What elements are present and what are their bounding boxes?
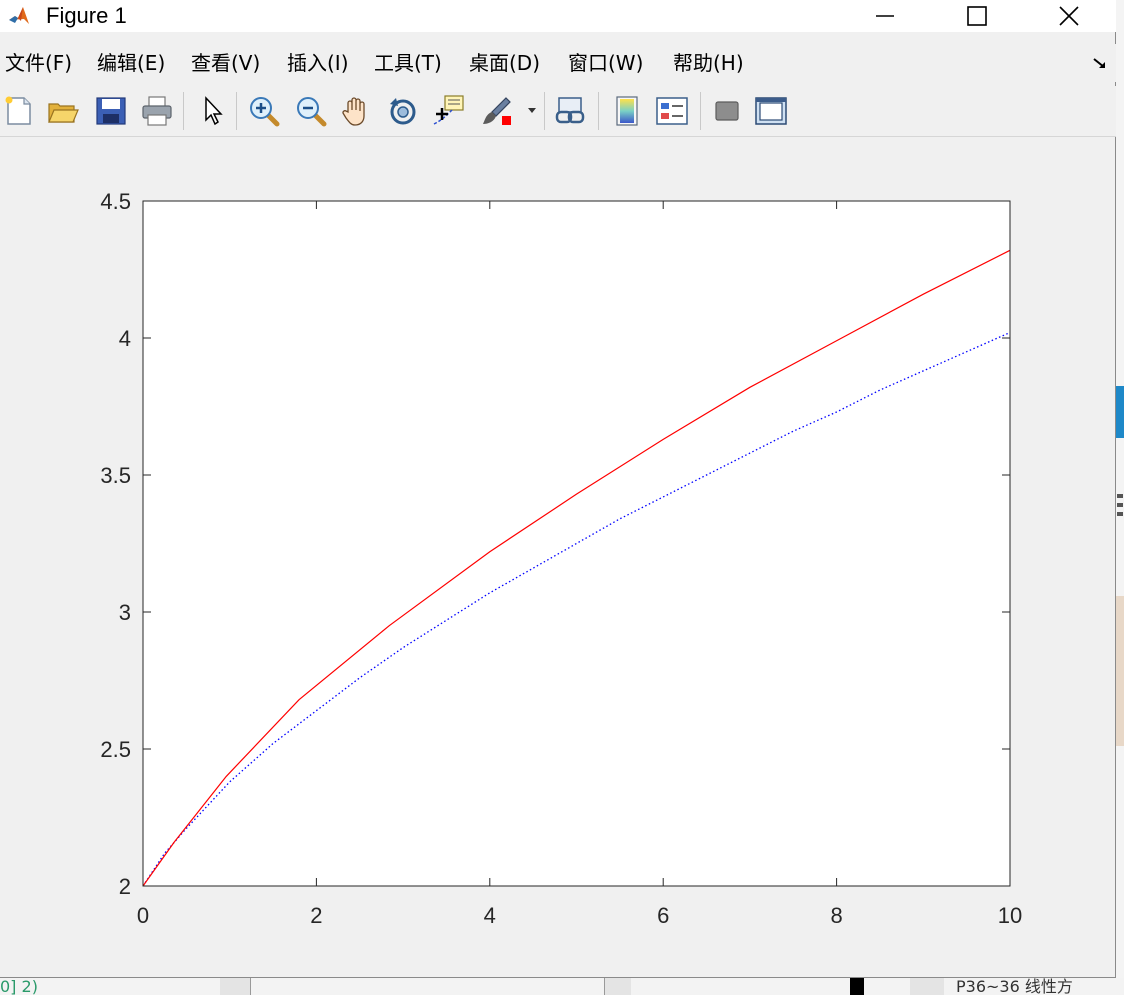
- rotate-3d-button[interactable]: [386, 94, 420, 128]
- select-arrow-icon: [205, 96, 223, 126]
- toolbar-separator: [236, 92, 237, 130]
- menu-help[interactable]: 帮助(H): [673, 50, 744, 76]
- minimize-icon: [876, 15, 894, 17]
- background-panel-divider: [220, 978, 251, 995]
- close-icon: [1059, 6, 1079, 26]
- open-file-icon: [48, 103, 79, 123]
- zoom-in-icon: [250, 97, 280, 127]
- close-button[interactable]: [1046, 0, 1092, 32]
- toolbar-separator: [700, 92, 701, 130]
- background-panel-divider: [910, 978, 944, 995]
- background-accent-bar: [1116, 386, 1124, 438]
- background-code-snippet: 0] 2): [0, 978, 38, 995]
- pan-button[interactable]: [340, 94, 374, 128]
- minimize-button[interactable]: [862, 0, 908, 32]
- maximize-icon: [967, 6, 987, 26]
- matlab-logo-icon: [8, 5, 30, 27]
- menu-insert[interactable]: 插入(I): [287, 50, 349, 76]
- toolbar-separator: [598, 92, 599, 130]
- y-tick-label: 2: [119, 874, 131, 899]
- background-dots: [1117, 494, 1123, 518]
- link-plot-icon: [555, 97, 585, 124]
- hide-plot-tools-icon: [715, 101, 739, 121]
- menu-bar: 文件(F) 编辑(E) 查看(V) 插入(I) 工具(T) 桌面(D) 窗口(W…: [0, 44, 1116, 82]
- brush-icon: [483, 97, 511, 125]
- y-tick-label: 4.5: [100, 189, 131, 214]
- menu-file[interactable]: 文件(F): [5, 50, 72, 76]
- x-tick-label: 0: [137, 903, 149, 928]
- pan-hand-icon: [342, 97, 365, 126]
- link-plot-button[interactable]: [554, 94, 588, 128]
- chevron-down-icon: [528, 108, 536, 113]
- hide-plot-tools-button[interactable]: [710, 94, 744, 128]
- y-tick-label: 4: [119, 326, 131, 351]
- title-bar[interactable]: Figure 1: [0, 0, 1116, 32]
- zoom-out-button[interactable]: [294, 94, 328, 128]
- maximize-button[interactable]: [954, 0, 1000, 32]
- new-figure-button[interactable]: [2, 94, 36, 128]
- print-button[interactable]: [140, 94, 174, 128]
- legend-icon: [656, 97, 688, 125]
- y-tick-label: 3.5: [100, 463, 131, 488]
- figure-toolbar: [0, 86, 1116, 137]
- x-tick-label: 6: [657, 903, 669, 928]
- background-thumbnail: [1116, 596, 1124, 746]
- x-tick-label: 8: [830, 903, 842, 928]
- y-tick-label: 3: [119, 600, 131, 625]
- save-icon: [96, 97, 126, 125]
- insert-colorbar-button[interactable]: [610, 94, 644, 128]
- x-tick-label: 10: [998, 903, 1022, 928]
- background-doc-snippet: P36~36 线性方: [956, 978, 1073, 995]
- save-button[interactable]: [94, 94, 128, 128]
- print-icon: [142, 96, 172, 126]
- background-black-block: [850, 978, 864, 995]
- brush-button[interactable]: [480, 94, 514, 128]
- data-cursor-icon: [433, 95, 464, 125]
- line-plot[interactable]: 0 2 4 6 8 1022.533.544.5: [0, 137, 1115, 977]
- axes-background[interactable]: [143, 201, 1010, 886]
- insert-legend-button[interactable]: [655, 94, 689, 128]
- toolbar-separator: [544, 92, 545, 130]
- figure-canvas[interactable]: 0 2 4 6 8 10 2 2.5 3 3.5 4 4.5: [0, 137, 1115, 977]
- show-plot-tools-button[interactable]: [754, 94, 788, 128]
- dock-arrow-icon[interactable]: [1092, 56, 1110, 70]
- menu-view[interactable]: 查看(V): [191, 50, 260, 76]
- show-plot-tools-icon: [755, 97, 787, 125]
- figure-window: Figure 1 文件(F) 编辑(E) 查看(V) 插入(I) 工具(T) 桌…: [0, 0, 1116, 978]
- background-panel-divider: [604, 978, 631, 995]
- colorbar-icon: [616, 96, 638, 126]
- zoom-out-icon: [297, 97, 327, 127]
- toolbar-separator: [183, 92, 184, 130]
- x-tick-label: 4: [484, 903, 496, 928]
- y-tick-label: 2.5: [100, 737, 131, 762]
- menu-tools[interactable]: 工具(T): [374, 50, 442, 76]
- edit-plot-button[interactable]: [197, 94, 231, 128]
- data-cursor-button[interactable]: [432, 94, 466, 128]
- new-figure-icon: [5, 96, 31, 125]
- menu-window[interactable]: 窗口(W): [568, 50, 643, 76]
- menu-edit[interactable]: 编辑(E): [97, 50, 165, 76]
- open-file-button[interactable]: [46, 94, 80, 128]
- window-title: Figure 1: [46, 3, 127, 28]
- rotate-3d-icon: [390, 98, 416, 125]
- x-tick-label: 2: [310, 903, 322, 928]
- brush-dropdown-button[interactable]: [526, 94, 538, 128]
- zoom-in-button[interactable]: [247, 94, 281, 128]
- menu-desktop[interactable]: 桌面(D): [469, 50, 540, 76]
